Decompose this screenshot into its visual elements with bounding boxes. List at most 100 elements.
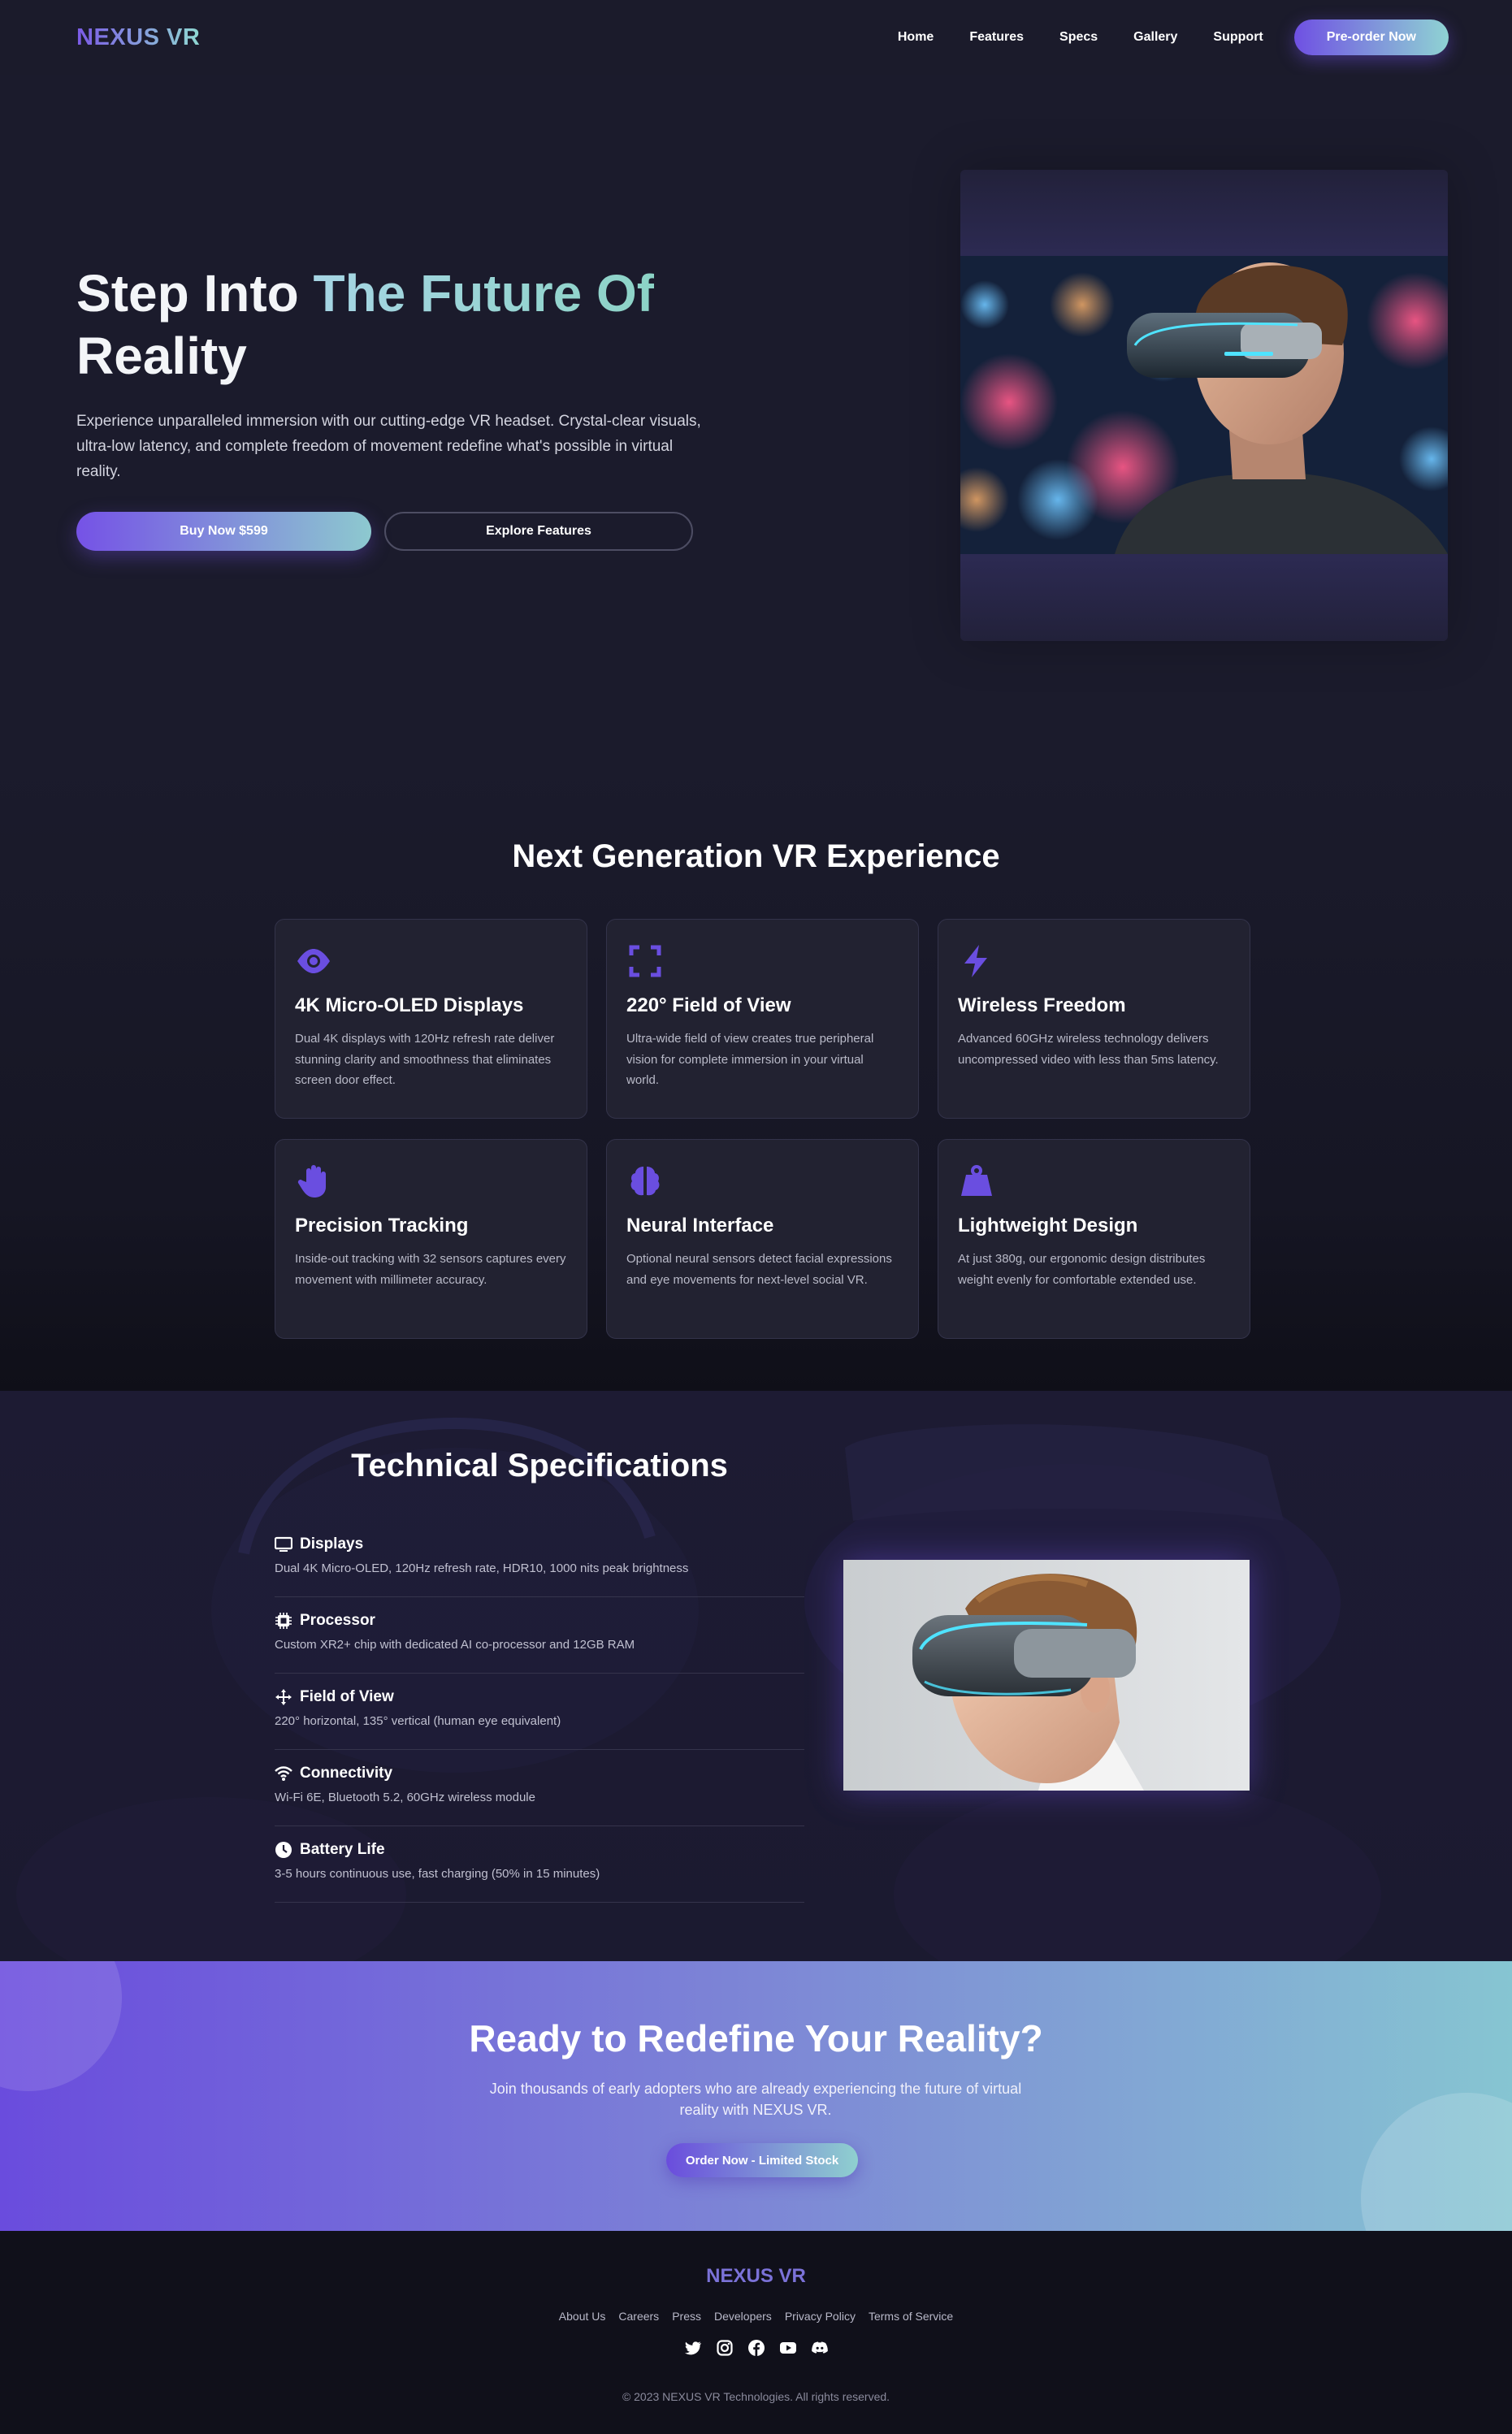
feature-card: 220° Field of View Ultra-wide field of v… xyxy=(606,919,919,1119)
hand-icon xyxy=(297,1165,326,1198)
feature-title: Wireless Freedom xyxy=(958,994,1126,1016)
spec-item: Connectivity Wi-Fi 6E, Bluetooth 5.2, 60… xyxy=(275,1750,804,1826)
vr-headset-side-illustration xyxy=(843,1560,1250,1791)
youtube-icon[interactable] xyxy=(779,2339,797,2357)
clock-icon xyxy=(275,1842,292,1858)
explore-features-button[interactable]: Explore Features xyxy=(384,512,693,551)
spec-header: Processor xyxy=(275,1612,804,1630)
hero-vr-photo xyxy=(960,256,1448,554)
expand-icon xyxy=(629,945,661,977)
specs-product-photo xyxy=(843,1560,1250,1791)
nav-link-specs[interactable]: Specs xyxy=(1059,30,1098,45)
feature-title: Lightweight Design xyxy=(958,1215,1138,1236)
buy-now-button[interactable]: Buy Now $599 xyxy=(76,512,371,551)
hero-title-part2: Reality xyxy=(76,327,247,385)
discord-icon[interactable] xyxy=(811,2339,829,2357)
nav-link-gallery[interactable]: Gallery xyxy=(1133,30,1177,45)
feature-text: Inside-out tracking with 32 sensors capt… xyxy=(295,1252,566,1287)
feature-title: Neural Interface xyxy=(626,1215,774,1236)
spec-value: 220° horizontal, 135° vertical (human ey… xyxy=(275,1714,561,1728)
footer-link-privacy[interactable]: Privacy Policy xyxy=(785,2310,856,2323)
spec-item: Battery Life 3-5 hours continuous use, f… xyxy=(275,1826,804,1903)
arrows-icon xyxy=(275,1689,292,1705)
nav-link-home[interactable]: Home xyxy=(898,30,934,45)
spec-label: Displays xyxy=(300,1535,364,1553)
features-title: Next Generation VR Experience xyxy=(512,838,1000,874)
eye-icon xyxy=(297,949,330,973)
footer-link-terms[interactable]: Terms of Service xyxy=(869,2310,953,2323)
twitter-icon[interactable] xyxy=(684,2339,702,2357)
spec-item: Field of View 220° horizontal, 135° vert… xyxy=(275,1674,804,1750)
feature-card: Neural Interface Optional neural sensors… xyxy=(606,1139,919,1339)
spec-header: Connectivity xyxy=(275,1765,804,1782)
specs-title: Technical Specifications xyxy=(351,1448,728,1483)
spec-item: Processor Custom XR2+ chip with dedicate… xyxy=(275,1597,804,1674)
hero-image-frame xyxy=(960,170,1448,641)
spec-label: Connectivity xyxy=(300,1765,393,1782)
spec-item: Displays Dual 4K Micro-OLED, 120Hz refre… xyxy=(275,1521,804,1597)
footer-link-developers[interactable]: Developers xyxy=(714,2310,772,2323)
spec-value: Dual 4K Micro-OLED, 120Hz refresh rate, … xyxy=(275,1561,689,1575)
feature-text: Dual 4K displays with 120Hz refresh rate… xyxy=(295,1032,555,1087)
top-navigation: NEXUS VR Home Features Specs Gallery Sup… xyxy=(0,0,1512,75)
feature-card: Wireless Freedom Advanced 60GHz wireless… xyxy=(938,919,1250,1119)
cta-title: Ready to Redefine Your Reality? xyxy=(469,2017,1043,2059)
bolt-icon xyxy=(964,945,987,977)
feature-text: Ultra-wide field of view creates true pe… xyxy=(626,1032,874,1087)
hero-buttons: Buy Now $599 Explore Features xyxy=(76,512,710,551)
feature-text: At just 380g, our ergonomic design distr… xyxy=(958,1252,1206,1287)
order-now-button[interactable]: Order Now - Limited Stock xyxy=(666,2143,858,2177)
wifi-icon xyxy=(275,1766,292,1781)
feature-text: Optional neural sensors detect facial ex… xyxy=(626,1252,892,1287)
hero-section: Step Into The Future Of Reality Experien… xyxy=(0,75,1512,756)
spec-header: Field of View xyxy=(275,1688,804,1706)
spec-label: Battery Life xyxy=(300,1841,385,1858)
vr-user-illustration xyxy=(960,256,1448,554)
hero-title-accent: The Future Of xyxy=(313,264,655,323)
monitor-icon xyxy=(275,1536,292,1552)
preorder-button[interactable]: Pre-order Now xyxy=(1293,19,1449,55)
facebook-icon[interactable] xyxy=(747,2339,765,2357)
hero-title-part1: Step Into xyxy=(76,264,314,323)
nav-link-features[interactable]: Features xyxy=(969,30,1024,45)
hero-description: Experience unparalleled immersion with o… xyxy=(76,413,701,480)
feature-title: 4K Micro-OLED Displays xyxy=(295,994,524,1016)
footer: NEXUS VR About Us Careers Press Develope… xyxy=(0,2231,1512,2434)
spec-value: Wi-Fi 6E, Bluetooth 5.2, 60GHz wireless … xyxy=(275,1791,535,1804)
logo[interactable]: NEXUS VR xyxy=(76,24,200,51)
spec-value: Custom XR2+ chip with dedicated AI co-pr… xyxy=(275,1638,635,1652)
instagram-icon[interactable] xyxy=(716,2339,734,2357)
copyright: © 2023 NEXUS VR Technologies. All rights… xyxy=(622,2390,890,2403)
feature-title: Precision Tracking xyxy=(295,1215,469,1236)
spec-label: Field of View xyxy=(300,1688,394,1705)
microchip-icon xyxy=(275,1613,292,1629)
nav-links: Home Features Specs Gallery Support Pre-… xyxy=(862,19,1449,55)
features-section: Next Generation VR Experience 4K Micro-O… xyxy=(0,756,1512,1391)
spec-label: Processor xyxy=(300,1612,375,1629)
footer-links: About Us Careers Press Developers Privac… xyxy=(0,2310,1512,2323)
hero-text: Step Into The Future Of Reality Experien… xyxy=(76,262,710,551)
feature-card: Precision Tracking Inside-out tracking w… xyxy=(275,1139,587,1339)
footer-link-about[interactable]: About Us xyxy=(559,2310,606,2323)
spec-value: 3-5 hours continuous use, fast charging … xyxy=(275,1867,600,1881)
feature-text: Advanced 60GHz wireless technology deliv… xyxy=(958,1032,1219,1067)
feature-card: Lightweight Design At just 380g, our erg… xyxy=(938,1139,1250,1339)
spec-header: Displays xyxy=(275,1535,804,1553)
spec-header: Battery Life xyxy=(275,1841,804,1859)
social-links xyxy=(0,2339,1512,2357)
specs-section: Technical Specifications Displays Dual 4… xyxy=(0,1391,1512,1961)
footer-link-press[interactable]: Press xyxy=(672,2310,701,2323)
cta-description: Join thousands of early adopters who are… xyxy=(489,2081,1022,2118)
specs-list: Displays Dual 4K Micro-OLED, 120Hz refre… xyxy=(275,1521,804,1903)
footer-link-careers[interactable]: Careers xyxy=(618,2310,659,2323)
feature-title: 220° Field of View xyxy=(626,994,791,1016)
footer-logo[interactable]: NEXUS VR xyxy=(0,2265,1512,2288)
weight-icon xyxy=(961,1165,992,1196)
nav-link-support[interactable]: Support xyxy=(1213,30,1263,45)
feature-card: 4K Micro-OLED Displays Dual 4K displays … xyxy=(275,919,587,1119)
cta-section: Ready to Redefine Your Reality? Join tho… xyxy=(0,1961,1512,2231)
hero-title: Step Into The Future Of Reality xyxy=(76,262,710,388)
features-grid: 4K Micro-OLED Displays Dual 4K displays … xyxy=(275,919,1250,1339)
decorative-circle xyxy=(1361,2093,1512,2231)
brain-icon xyxy=(630,1167,660,1196)
